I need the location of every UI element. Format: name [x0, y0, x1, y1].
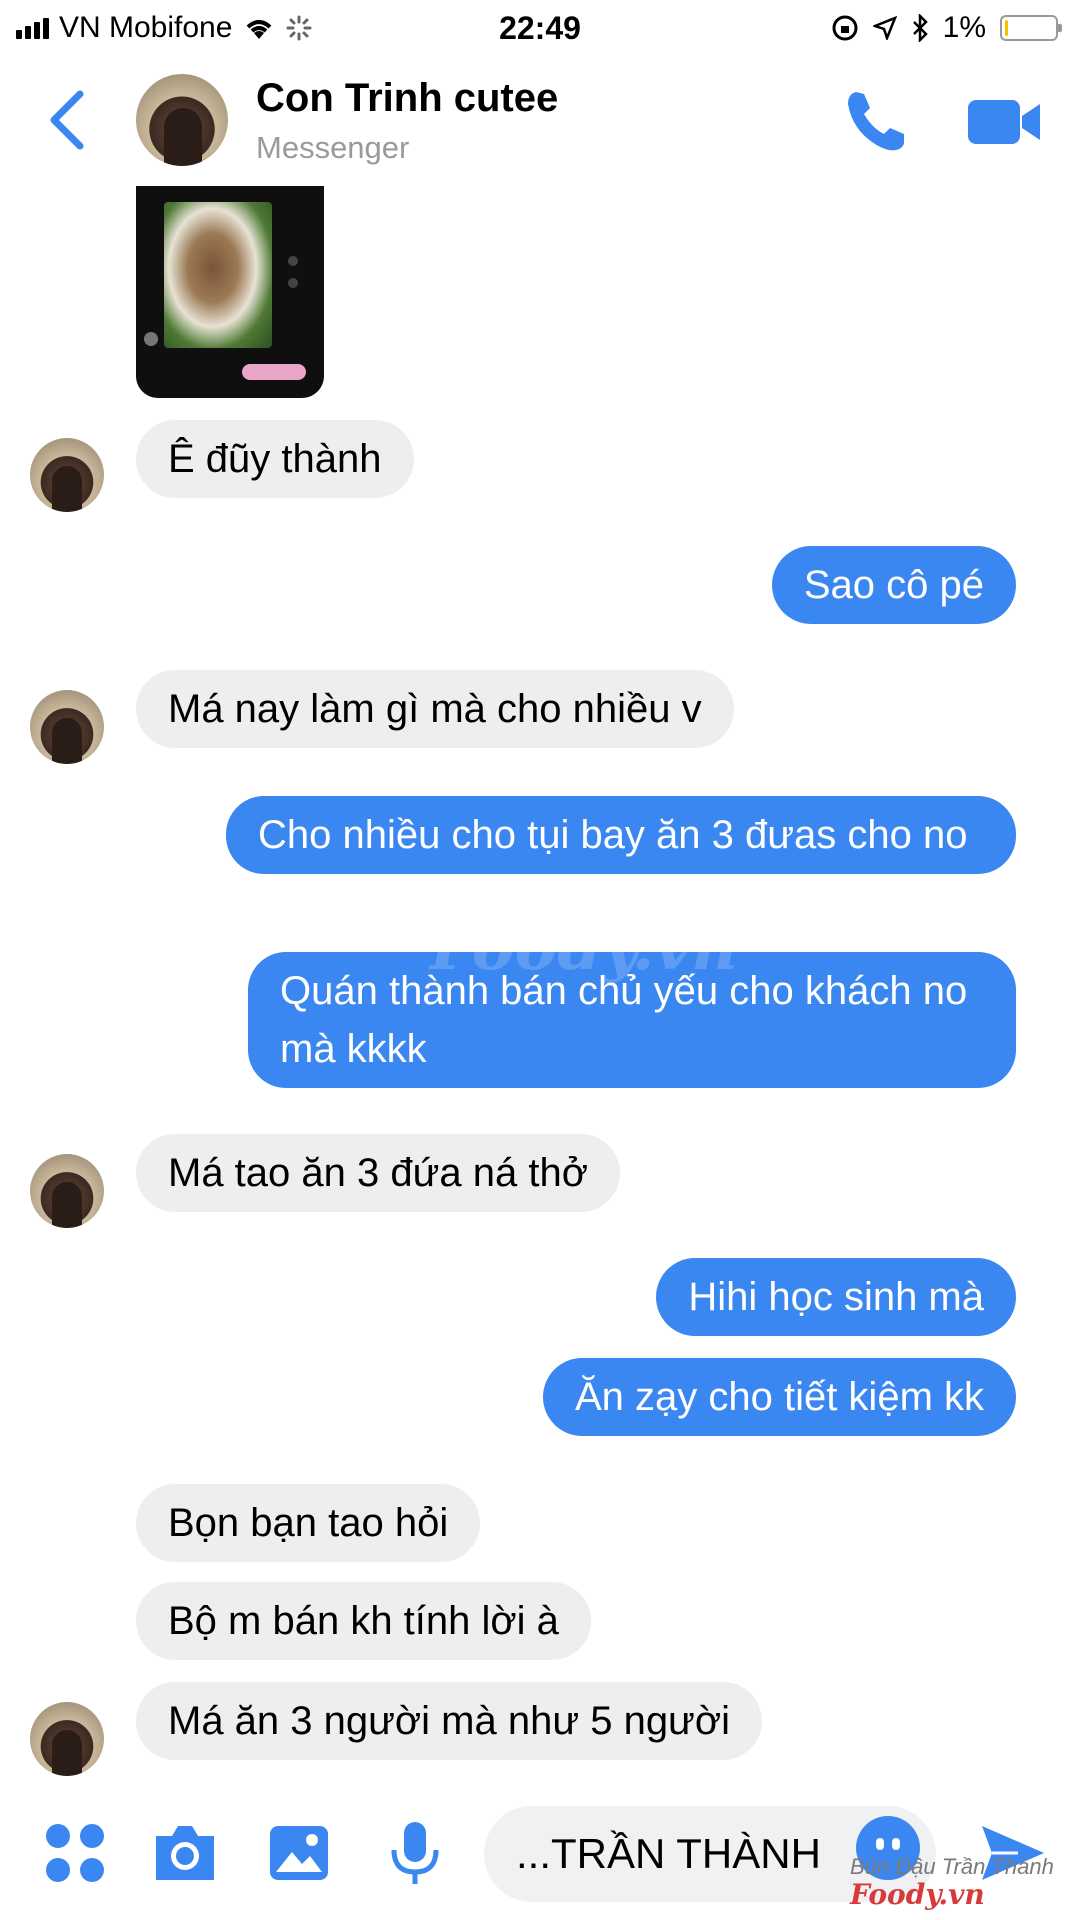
microphone-icon[interactable]: [380, 1818, 450, 1888]
contact-subtitle: Messenger: [256, 130, 410, 165]
gallery-icon[interactable]: [264, 1818, 334, 1888]
apps-grid-icon[interactable]: [40, 1818, 110, 1888]
sender-avatar[interactable]: [30, 1702, 104, 1776]
message-incoming[interactable]: Ê đũy thành: [136, 420, 414, 498]
message-outgoing[interactable]: Sao cô pé: [771, 546, 1016, 624]
status-bar: VN Mobifone 22:49 1%: [0, 0, 1080, 56]
message-incoming[interactable]: Má nay làm gì mà cho nhiều v: [136, 670, 734, 748]
clock: 22:49: [499, 9, 581, 46]
reaction-pill: [242, 364, 306, 380]
sender-avatar[interactable]: [30, 438, 104, 512]
shared-image-message[interactable]: [136, 186, 324, 398]
message-incoming[interactable]: Má tao ăn 3 đứa ná thở: [136, 1134, 620, 1212]
message-outgoing[interactable]: Ăn zạy cho tiết kiệm kk: [542, 1358, 1016, 1436]
food-photo: [164, 202, 272, 348]
message-outgoing[interactable]: Hihi học sinh mà: [656, 1258, 1016, 1336]
back-button[interactable]: [44, 88, 94, 152]
contact-avatar[interactable]: [136, 74, 228, 166]
phone-call-button[interactable]: [842, 86, 912, 156]
brand-watermark: Foody.vn: [850, 1878, 985, 1911]
message-outgoing[interactable]: Cho nhiều cho tụi bay ăn 3 đưas cho no: [226, 796, 1016, 874]
sender-avatar[interactable]: [30, 690, 104, 764]
message-incoming[interactable]: Bộ m bán kh tính lời à: [136, 1582, 591, 1660]
chat-header: Con Trinh cutee Messenger: [0, 56, 1080, 186]
contact-name[interactable]: Con Trinh cutee: [256, 76, 558, 121]
message-incoming[interactable]: Bọn bạn tao hỏi: [136, 1484, 481, 1562]
mini-avatar: [144, 332, 158, 346]
battery-icon: [1000, 15, 1062, 41]
place-watermark: Bún Đậu Trần Thành: [850, 1854, 1054, 1879]
video-call-button[interactable]: [966, 94, 1042, 150]
more-options-icon: [288, 256, 298, 266]
message-incoming[interactable]: Má ăn 3 người mà như 5 người: [136, 1682, 762, 1760]
camera-icon[interactable]: [150, 1818, 220, 1888]
sender-avatar[interactable]: [30, 1154, 104, 1228]
message-outgoing[interactable]: Quán thành bán chủ yếu cho khách no mà k…: [248, 952, 1016, 1088]
